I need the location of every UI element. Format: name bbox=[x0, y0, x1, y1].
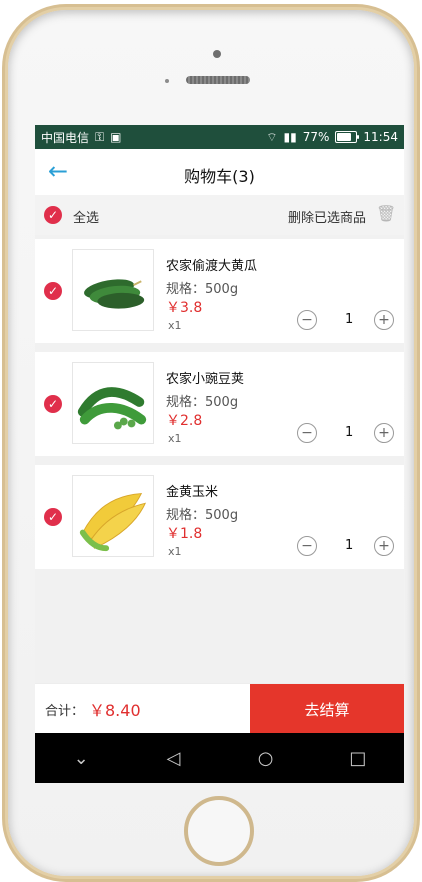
peas-icon bbox=[72, 362, 154, 444]
peas-illustration bbox=[73, 363, 153, 443]
wifi-icon: ⌔ bbox=[266, 129, 278, 144]
recent-square-icon[interactable]: □ bbox=[336, 748, 380, 769]
increase-quantity-button[interactable]: + bbox=[374, 310, 394, 330]
item-name: 金黄玉米 bbox=[166, 485, 219, 500]
signal-icon: ▮▮ bbox=[283, 130, 297, 144]
item-name: 农家偷渡大黄瓜 bbox=[166, 259, 258, 274]
image-icon: ▣ bbox=[110, 130, 122, 144]
back-triangle-icon[interactable]: ◁ bbox=[151, 748, 195, 769]
total-value: ￥8.40 bbox=[89, 701, 141, 720]
select-all-bar: ✓ 全选 删除已选商品 🗑 bbox=[35, 195, 404, 235]
item-multiplier: x1 bbox=[168, 545, 182, 558]
corn-icon bbox=[72, 475, 154, 557]
battery-icon bbox=[335, 131, 360, 143]
item-check-icon[interactable]: ✓ bbox=[44, 282, 62, 300]
status-left: 中国电信 ⚿ ▣ bbox=[41, 129, 122, 146]
carrier-label: 中国电信 bbox=[41, 130, 90, 145]
status-bar: 中国电信 ⚿ ▣ ⌔ ▮▮ 77% 11:54 bbox=[35, 125, 404, 149]
battery-percent: 77% bbox=[302, 130, 330, 144]
phone-frame: 中国电信 ⚿ ▣ ⌔ ▮▮ 77% 11:54 ← 购物车(3) ✓ 全选 删除… bbox=[8, 10, 414, 876]
item-check-icon[interactable]: ✓ bbox=[44, 508, 62, 526]
cucumber-icon bbox=[72, 249, 154, 331]
android-nav-bar: ⌄ ◁ ○ □ bbox=[35, 733, 404, 783]
increase-quantity-button[interactable]: + bbox=[374, 536, 394, 556]
item-price: ￥3.8 bbox=[166, 300, 203, 316]
front-camera bbox=[213, 50, 221, 58]
decrease-quantity-button[interactable]: − bbox=[297, 536, 317, 556]
cart-item: ✓ 金黄玉米 规格：500g ￥1.8 x1 − 1 + bbox=[35, 465, 404, 569]
phone-screen: 中国电信 ⚿ ▣ ⌔ ▮▮ 77% 11:54 ← 购物车(3) ✓ 全选 删除… bbox=[35, 125, 404, 783]
select-all-check-icon[interactable]: ✓ bbox=[44, 206, 62, 224]
top-navbar: ← 购物车(3) bbox=[35, 149, 404, 196]
home-circle-icon[interactable]: ○ bbox=[244, 748, 288, 769]
bottom-bar: 合计： ￥8.40 去结算 bbox=[35, 683, 404, 734]
item-price: ￥1.8 bbox=[166, 526, 203, 542]
select-all-label[interactable]: 全选 bbox=[73, 207, 99, 226]
item-price: ￥2.8 bbox=[166, 413, 203, 429]
decrease-quantity-button[interactable]: − bbox=[297, 310, 317, 330]
quantity-value: 1 bbox=[345, 425, 354, 440]
item-spec: 规格：500g bbox=[166, 508, 239, 523]
decrease-quantity-button[interactable]: − bbox=[297, 423, 317, 443]
increase-quantity-button[interactable]: + bbox=[374, 423, 394, 443]
battery-level bbox=[337, 133, 352, 141]
time-label: 11:54 bbox=[363, 130, 398, 144]
cart-item: ✓ 农家偷渡大黄瓜 规格：500g ￥3.8 x1 − 1 + bbox=[35, 239, 404, 343]
sim-lock-icon: ⚿ bbox=[95, 129, 105, 144]
page-title: 购物车(3) bbox=[184, 167, 255, 186]
trash-icon[interactable]: 🗑 bbox=[376, 205, 396, 223]
total-label: 合计： bbox=[45, 704, 85, 719]
quantity-value: 1 bbox=[345, 538, 354, 553]
delete-selected-button[interactable]: 删除已选商品 bbox=[288, 207, 366, 226]
earpiece-speaker bbox=[186, 76, 250, 84]
item-multiplier: x1 bbox=[168, 432, 182, 445]
cart-item: ✓ 农家小豌豆荚 规格：500g ￥2.8 x1 − 1 + bbox=[35, 352, 404, 456]
status-right: ⌔ ▮▮ 77% 11:54 bbox=[266, 130, 398, 145]
cucumber-illustration bbox=[73, 250, 153, 330]
item-check-icon[interactable]: ✓ bbox=[44, 395, 62, 413]
checkout-button[interactable]: 去结算 bbox=[250, 684, 404, 734]
quantity-value: 1 bbox=[345, 312, 354, 327]
chevron-down-icon[interactable]: ⌄ bbox=[59, 748, 103, 769]
corn-illustration bbox=[73, 476, 153, 556]
item-spec: 规格：500g bbox=[166, 282, 239, 297]
item-spec: 规格：500g bbox=[166, 395, 239, 410]
item-name: 农家小豌豆荚 bbox=[166, 372, 245, 387]
home-button[interactable] bbox=[184, 796, 254, 866]
proximity-sensor bbox=[165, 79, 169, 83]
item-multiplier: x1 bbox=[168, 319, 182, 332]
